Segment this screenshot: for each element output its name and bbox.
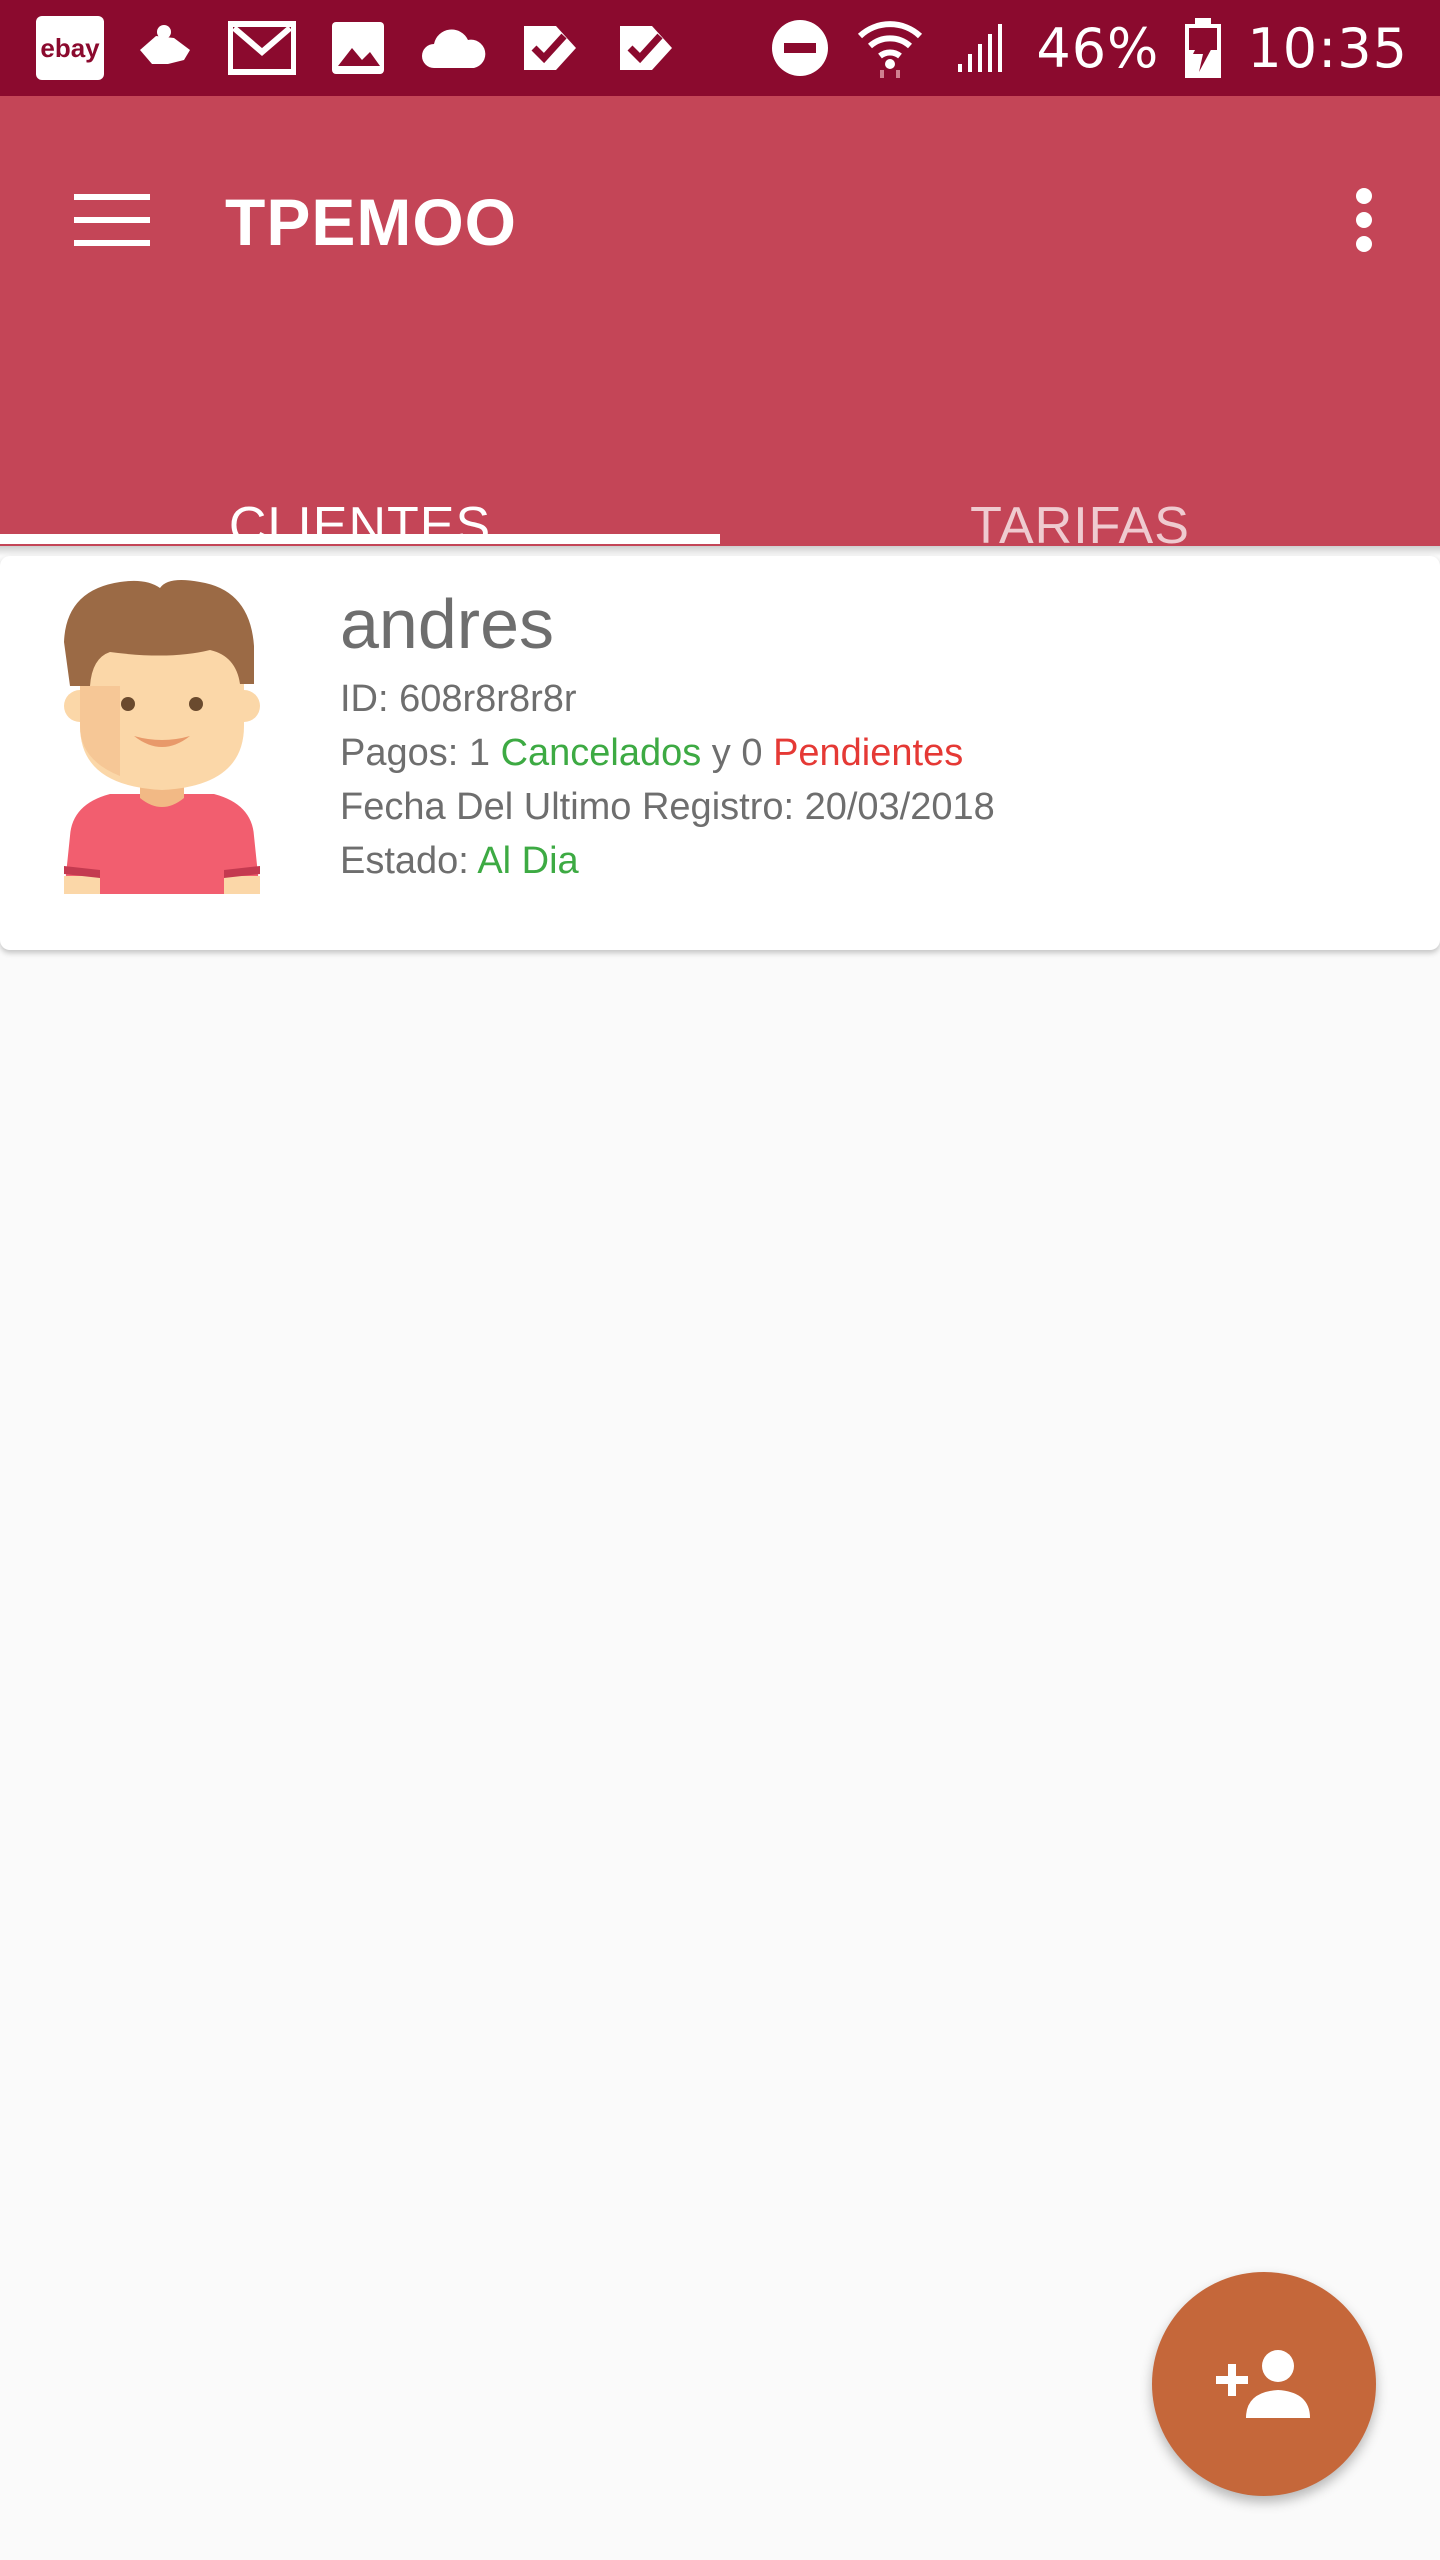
payments-cancelled: Cancelados (500, 732, 702, 774)
do-not-disturb-icon (766, 16, 834, 80)
client-id: ID: 608r8r8r8r (340, 678, 577, 720)
client-name: andres (340, 585, 555, 663)
more-vert-icon (1356, 188, 1372, 252)
client-status: Estado: Al Dia (340, 840, 579, 883)
gmail-icon (228, 16, 296, 80)
tab-tarifas[interactable]: TARIFAS (720, 436, 1440, 555)
cloud-icon (420, 16, 488, 80)
wifi-icon (856, 16, 924, 80)
notification-icons: ebay (36, 16, 680, 80)
image-icon (324, 16, 392, 80)
tab-clientes[interactable]: CLIENTES (0, 436, 720, 555)
battery-percentage: 46% (1036, 16, 1160, 80)
system-status: 46% 10:35 (766, 16, 1408, 80)
ebay-icon-label: ebay (40, 32, 100, 63)
menu-icon (74, 194, 150, 246)
status-bar: ebay 46% 10:35 (0, 0, 1440, 96)
battery-charging-icon (1181, 16, 1225, 80)
delivery-icon (132, 16, 200, 80)
payments-mid: y 0 (701, 732, 774, 774)
menu-button[interactable] (64, 172, 160, 268)
status-value: Al Dia (477, 840, 579, 882)
client-payments: Pagos: 1 Cancelados y 0 Pendientes (340, 732, 963, 775)
status-prefix: Estado: (340, 840, 478, 882)
client-last-record-date: Fecha Del Ultimo Registro: 20/03/2018 (340, 786, 995, 828)
tab-bar: CLIENTES TARIFAS (0, 436, 1440, 555)
check-task-icon (516, 16, 584, 80)
client-card[interactable]: andres ID: 608r8r8r8r Pagos: 1 Cancelado… (0, 556, 1440, 950)
avatar (64, 580, 260, 894)
clock: 10:35 (1247, 16, 1408, 80)
payments-prefix: Pagos: 1 (340, 732, 501, 774)
tab-indicator (0, 534, 720, 544)
app-bar: TPEMOO CLIENTES TARIFAS (0, 96, 1440, 555)
ebay-icon: ebay (36, 16, 104, 80)
app-bar-shadow (0, 546, 1440, 556)
check-task-icon (612, 16, 680, 80)
add-client-button[interactable] (1152, 2272, 1376, 2496)
signal-icon (946, 16, 1014, 80)
app-title: TPEMOO (225, 185, 518, 259)
overflow-menu-button[interactable] (1328, 172, 1400, 268)
person-add-icon (1216, 2350, 1310, 2418)
payments-pending: Pendientes (773, 732, 964, 774)
